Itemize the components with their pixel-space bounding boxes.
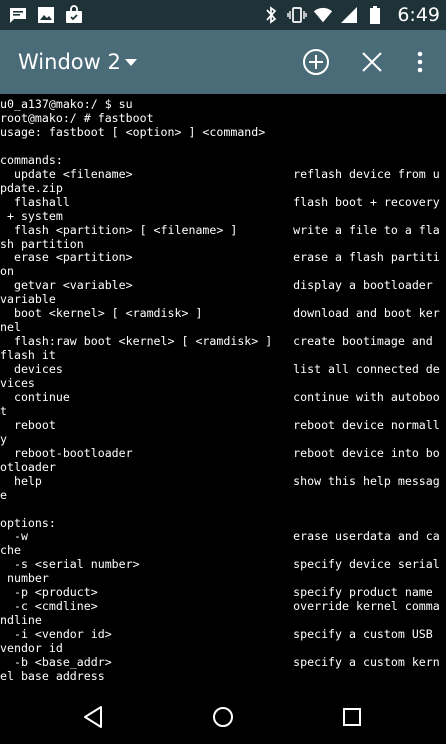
terminal-line: update <filename> reflash device from u: [0, 166, 440, 181]
terminal-line: erase <partition> erase a flash partiti: [0, 250, 440, 265]
status-bar: 6:49: [0, 0, 446, 30]
back-button[interactable]: [75, 701, 111, 733]
overflow-menu-icon: [417, 51, 423, 73]
system-icons: 6:49: [261, 3, 440, 27]
terminal-line: -b <base_addr> specify a custom kern: [0, 655, 440, 669]
add-window-button[interactable]: [298, 44, 334, 80]
terminal-line: -w erase userdata and ca: [0, 529, 440, 544]
terminal-line: + system: [0, 208, 63, 223]
notification-icons: [8, 5, 84, 25]
signal-icon: [339, 5, 359, 25]
terminal-line: ndline: [0, 613, 42, 628]
app-bar: Window 2: [0, 30, 446, 94]
close-window-button[interactable]: [354, 44, 390, 80]
terminal-line: el base address: [0, 668, 105, 683]
terminal-line: flashall flash boot + recovery: [0, 194, 440, 209]
terminal-line: boot <kernel> [ <ramdisk> ] download and…: [0, 306, 440, 321]
terminal-line: devices list all connected de: [0, 362, 440, 377]
terminal-line: nel: [0, 320, 21, 335]
home-button[interactable]: [205, 701, 241, 733]
terminal-line: -c <cmdline> override kernel comma: [0, 599, 440, 614]
shopping-bag-icon: [64, 5, 84, 25]
overflow-menu-button[interactable]: [402, 44, 438, 80]
terminal-line: sh partition: [0, 236, 84, 251]
terminal-line: che: [0, 543, 21, 558]
close-window-icon: [362, 52, 382, 72]
terminal-line: number: [0, 571, 49, 586]
terminal-line: e: [0, 487, 7, 502]
terminal-line: -s <serial number> specify device serial: [0, 557, 440, 572]
terminal-line: flash it: [0, 348, 56, 363]
terminal-line: otloader: [0, 459, 56, 474]
terminal-line: commands:: [0, 152, 63, 167]
terminal-line: pdate.zip: [0, 180, 63, 195]
back-icon: [84, 706, 102, 728]
recents-button[interactable]: [334, 701, 370, 733]
terminal-line: help show this help messag: [0, 473, 440, 488]
recents-icon: [343, 708, 361, 726]
terminal-line: continue continue with autoboo: [0, 389, 440, 404]
terminal-output[interactable]: u0_a137@mako:/ $ su root@mako:/ # fastboo…: [0, 94, 446, 690]
terminal-line: u0_a137@mako:/ $ su: [0, 97, 133, 111]
terminal-line: root@mako:/ # fastboot: [0, 110, 154, 125]
chat-icon: [8, 5, 28, 25]
add-window-icon: [303, 49, 329, 75]
terminal-line: reboot-bootloader reboot device into bo: [0, 445, 440, 460]
terminal-line: t: [0, 403, 7, 418]
terminal-line: options:: [0, 515, 56, 530]
window-title: Window 2: [18, 50, 121, 74]
terminal-line: y: [0, 431, 7, 446]
navigation-bar: [0, 690, 446, 744]
image-icon: [36, 5, 56, 25]
bluetooth-icon: [261, 5, 281, 25]
window-selector-dropdown[interactable]: Window 2: [18, 46, 137, 78]
terminal-line: flash:raw boot <kernel> [ <ramdisk> ] cr…: [0, 334, 433, 349]
battery-icon: [365, 5, 385, 25]
status-bar-clock: 6:49: [397, 4, 440, 26]
home-icon: [213, 707, 233, 727]
wifi-icon: [313, 5, 333, 25]
dropdown-caret-icon: [124, 58, 137, 66]
vibrate-icon: [287, 5, 308, 25]
terminal-line: reboot reboot device normall: [0, 417, 440, 432]
terminal-line: vices: [0, 376, 35, 390]
terminal-line: vendor id: [0, 641, 63, 656]
terminal-line: -i <vendor id> specify a custom USB: [0, 627, 433, 642]
terminal-line: usage: fastboot [ <option> ] <command>: [0, 124, 266, 139]
terminal-line: getvar <variable> display a bootloader: [0, 278, 433, 293]
terminal-line: variable: [0, 292, 56, 307]
terminal-line: -p <product> specify product name: [0, 585, 433, 600]
terminal-line: on: [0, 264, 14, 279]
terminal-line: flash <partition> [ <filename> ] write a…: [0, 222, 440, 237]
